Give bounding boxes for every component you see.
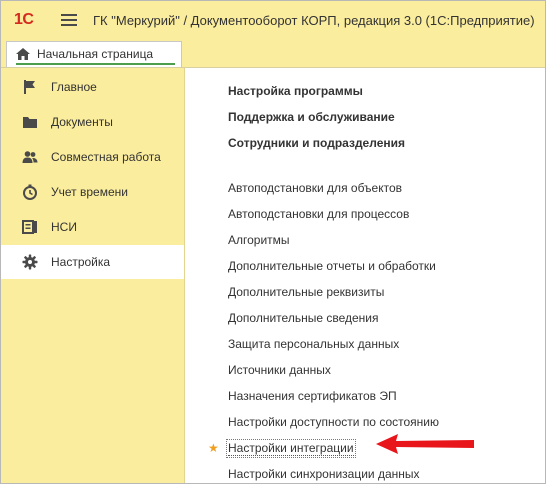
link-signature-certificates[interactable]: Назначения сертификатов ЭП	[228, 389, 397, 403]
title-bar: 1С ГК "Меркурий" / Документооборот КОРП,…	[1, 1, 545, 41]
folder-icon	[23, 117, 37, 128]
hamburger-menu-icon[interactable]	[61, 14, 77, 27]
app-window: 1С ГК "Меркурий" / Документооборот КОРП,…	[0, 0, 546, 484]
users-icon	[22, 151, 38, 163]
app-logo: 1С	[14, 11, 34, 28]
link-data-sources[interactable]: Источники данных	[228, 363, 331, 377]
sidebar-item-label: Настройка	[51, 255, 111, 269]
red-arrow-annotation-icon	[376, 434, 474, 454]
gear-icon	[22, 254, 38, 270]
sidebar-item-time-tracking[interactable]: Учет времени	[1, 175, 184, 209]
tab-home[interactable]: Начальная страница	[6, 41, 182, 67]
sidebar-item-documents[interactable]: Документы	[1, 105, 184, 139]
tab-home-label: Начальная страница	[37, 47, 154, 61]
flag-icon	[24, 80, 35, 94]
link-additional-reports[interactable]: Дополнительные отчеты и обработки	[228, 259, 436, 273]
tab-strip: Начальная страница	[1, 41, 545, 68]
link-integration-settings[interactable]: Настройки интеграции	[226, 439, 356, 458]
link-additional-attributes[interactable]: Дополнительные реквизиты	[228, 285, 384, 299]
favorite-star-icon[interactable]: ★	[208, 441, 219, 455]
section-program-settings[interactable]: Настройка программы	[228, 84, 363, 98]
link-personal-data-protection[interactable]: Защита персональных данных	[228, 337, 399, 351]
sidebar-item-label: Совместная работа	[51, 150, 161, 164]
sidebar-item-settings[interactable]: Настройка	[1, 245, 184, 279]
sidebar-item-main[interactable]: Главное	[1, 70, 184, 104]
reference-icon	[22, 220, 37, 234]
sidebar-item-label: НСИ	[51, 220, 77, 234]
link-autosubstitution-processes[interactable]: Автоподстановки для процессов	[228, 207, 409, 221]
section-employees-departments[interactable]: Сотрудники и подразделения	[228, 136, 405, 150]
clock-icon	[23, 184, 37, 200]
sidebar-item-collaboration[interactable]: Совместная работа	[1, 140, 184, 174]
link-autosubstitution-objects[interactable]: Автоподстановки для объектов	[228, 181, 402, 195]
sidebar-item-label: Документы	[51, 115, 113, 129]
sidebar-item-label: Учет времени	[51, 185, 128, 199]
sidebar: Главное Документы Совместная работа Учет…	[1, 68, 185, 483]
sidebar-item-label: Главное	[51, 80, 97, 94]
link-data-sync-settings[interactable]: Настройки синхронизации данных	[228, 467, 420, 481]
link-additional-info[interactable]: Дополнительные сведения	[228, 311, 378, 325]
sidebar-item-reference-data[interactable]: НСИ	[1, 210, 184, 244]
window-title: ГК "Меркурий" / Документооборот КОРП, ре…	[93, 13, 535, 28]
tab-active-indicator	[16, 63, 175, 65]
link-algorithms[interactable]: Алгоритмы	[228, 233, 290, 247]
home-icon	[16, 48, 30, 60]
link-availability-settings[interactable]: Настройки доступности по состоянию	[228, 415, 439, 429]
section-support-maintenance[interactable]: Поддержка и обслуживание	[228, 110, 395, 124]
main-content: Настройка программы Поддержка и обслужив…	[185, 68, 545, 483]
